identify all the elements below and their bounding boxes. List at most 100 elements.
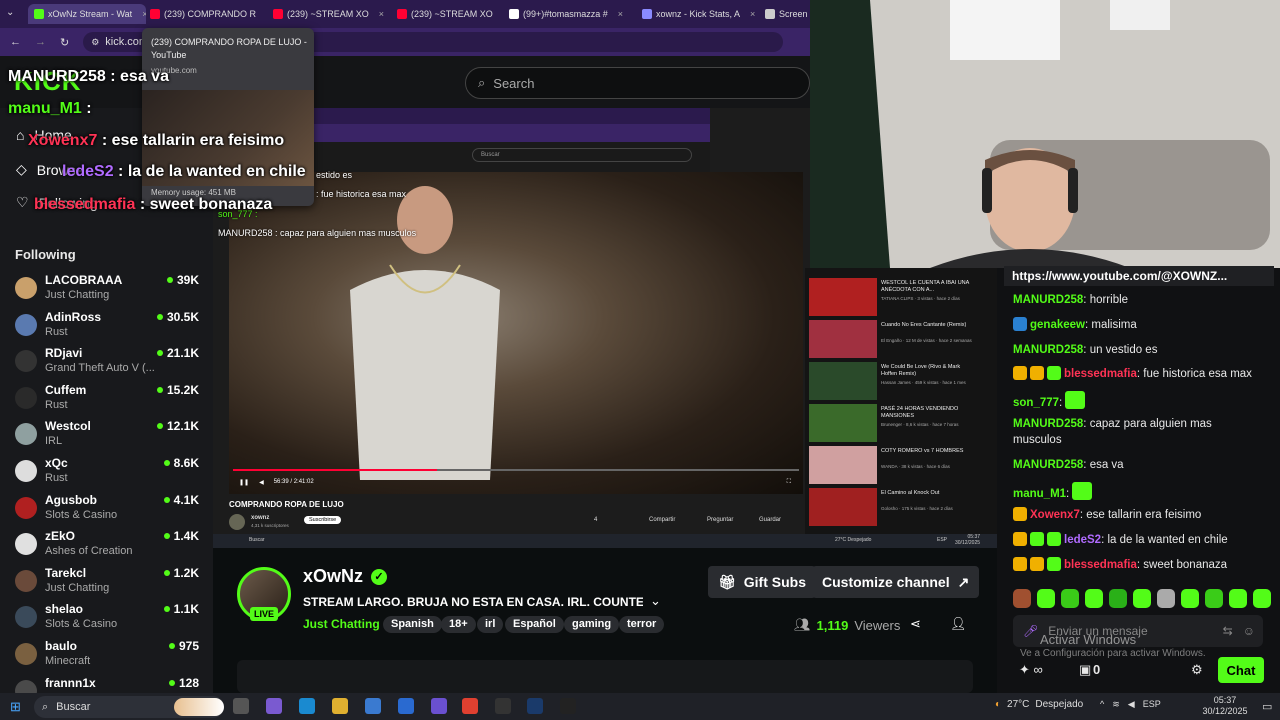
related-title: COTY ROMERO vs 7 HOMBRES xyxy=(881,448,964,454)
pause-icon[interactable]: ❚❚ xyxy=(239,479,249,486)
taskbar-clock[interactable]: 05:37 30/12/2025 xyxy=(1200,695,1250,717)
outlook-icon[interactable] xyxy=(398,698,414,714)
sidebar-channel[interactable]: Westcol IRL 12.1K xyxy=(15,419,205,455)
chat-username[interactable]: MANURD258 xyxy=(1013,344,1083,356)
browser-tab[interactable]: (99+)#tomasmazza # × xyxy=(509,4,635,24)
shared-video-title: COMPRANDO ROPA DE LUJO xyxy=(229,500,344,509)
emote-icon[interactable] xyxy=(1253,589,1271,608)
task-view-icon[interactable] xyxy=(233,698,249,714)
taskbar-search[interactable]: ⌕ Buscar xyxy=(34,696,224,718)
sidebar-channel[interactable]: AdinRoss Rust 30.5K xyxy=(15,310,205,346)
taskbar-weather[interactable]: ◐ 27°C Despejado xyxy=(995,699,1083,710)
fullscreen-icon[interactable]: ⛶ xyxy=(787,479,791,486)
close-tab-icon[interactable]: × xyxy=(750,9,755,19)
reload-icon[interactable]: ↻ xyxy=(60,36,69,49)
steam-icon[interactable] xyxy=(527,698,543,714)
stream-category[interactable]: Just Chatting xyxy=(303,617,380,631)
tag[interactable]: gaming xyxy=(564,616,620,633)
forward-icon[interactable]: → xyxy=(35,36,46,48)
channel-name: Agusbob xyxy=(45,492,97,507)
browser-tab[interactable]: (239) ~STREAM XO× xyxy=(397,4,503,24)
emoji-icon[interactable]: ☺ xyxy=(1243,624,1255,638)
file-explorer-icon[interactable] xyxy=(332,698,348,714)
emote-icon[interactable] xyxy=(1157,589,1175,608)
chat-send-button[interactable]: Chat xyxy=(1218,657,1264,683)
browser-tab[interactable]: xOwNz Stream - Wat × xyxy=(28,4,146,24)
chat-username[interactable]: Xowenx7 xyxy=(1030,509,1080,521)
emote-icon[interactable] xyxy=(1205,589,1223,608)
notification-icon[interactable]: ▭ xyxy=(1262,700,1272,713)
browser-tab[interactable]: (239) ~STREAM XO× xyxy=(273,4,391,24)
translate-icon[interactable]: ⇆ xyxy=(1223,624,1233,638)
tag[interactable]: 18+ xyxy=(441,616,476,633)
emote-icon[interactable] xyxy=(1133,589,1151,608)
settings-icon[interactable]: ⚙ xyxy=(1191,662,1203,678)
volume-icon[interactable]: ◀ xyxy=(259,479,264,486)
follow-icon[interactable]: 👤︎ xyxy=(950,616,967,632)
pinned-message[interactable]: https://www.youtube.com/@XOWNZ... xyxy=(1004,266,1274,286)
system-tray[interactable]: ^ ≋ ◀︎ ESP xyxy=(1100,699,1161,710)
sidebar-channel[interactable]: RDjavi Grand Theft Auto V (... 21.1K xyxy=(15,346,205,382)
store-icon[interactable] xyxy=(365,698,381,714)
sidebar-channel[interactable]: xQc Rust 8.6K xyxy=(15,456,205,492)
obs-icon[interactable] xyxy=(495,698,511,714)
emote-icon[interactable] xyxy=(1109,589,1127,608)
about-section xyxy=(237,660,973,693)
chat-username[interactable]: son_777 xyxy=(1013,397,1059,409)
tag[interactable]: terror xyxy=(619,616,665,633)
browser-tab[interactable]: Screen xyxy=(765,4,809,24)
emote-icon[interactable] xyxy=(1037,589,1055,608)
chat-username[interactable]: MANURD258 xyxy=(1013,294,1083,306)
sidebar-channel[interactable]: LACOBRAAA Just Chatting 39K xyxy=(15,273,205,309)
close-tab-icon[interactable]: × xyxy=(618,9,623,19)
chrome-icon[interactable] xyxy=(462,698,478,714)
browser-tab[interactable]: xownz - Kick Stats, A × xyxy=(642,4,758,24)
sidebar-channel[interactable]: Tarekcl Just Chatting 1.2K xyxy=(15,566,205,602)
chat-username[interactable]: ledeS2 xyxy=(1064,534,1101,546)
site-info-icon[interactable]: ⚙ xyxy=(91,37,99,48)
close-tab-icon[interactable]: × xyxy=(142,9,146,19)
chevron-down-icon[interactable]: ⌄ xyxy=(650,593,661,609)
mic-icon[interactable]: 🎤︎ xyxy=(1023,624,1038,638)
windows-start-icon[interactable]: ⊞ xyxy=(10,699,21,715)
tag[interactable]: Spanish xyxy=(383,616,442,633)
search-icon: ⌕ xyxy=(42,700,49,713)
customize-channel-button[interactable]: Customize channel ↗ xyxy=(812,566,980,598)
browser-tab[interactable]: (239) COMPRANDO R× xyxy=(150,4,266,24)
sidebar-channel[interactable]: Agusbob Slots & Casino 4.1K xyxy=(15,493,205,529)
search-input[interactable]: ⌕ Search xyxy=(465,67,810,99)
emote-icon[interactable] xyxy=(1229,589,1247,608)
points-icon[interactable]: ✦ ∞ xyxy=(1019,662,1043,678)
chat-username[interactable]: MANURD258 xyxy=(1013,418,1083,430)
share-icon[interactable]: ⋖ xyxy=(910,616,921,632)
sidebar-channel[interactable]: Cuffem Rust 15.2K xyxy=(15,383,205,419)
browse-icon: ◇ xyxy=(16,161,27,177)
chat-username[interactable]: blessedmafia xyxy=(1064,368,1137,380)
edge-icon[interactable] xyxy=(299,698,315,714)
channel-viewers: 30.5K xyxy=(156,310,199,324)
chat-username[interactable]: genakeew xyxy=(1030,319,1085,331)
chat-username[interactable]: MANURD258 xyxy=(1013,459,1083,471)
copilot-icon[interactable] xyxy=(266,698,282,714)
sidebar-channel[interactable]: shelao Slots & Casino 1.1K xyxy=(15,602,205,638)
emote-icon[interactable] xyxy=(1013,589,1031,608)
close-tab-icon[interactable]: × xyxy=(379,9,384,19)
stream-title: STREAM LARGO. BRUJA NO ESTA EN CASA. IRL… xyxy=(303,595,643,609)
gift-icon[interactable]: ▣ xyxy=(1079,662,1091,678)
streamer-name[interactable]: xOwNz xyxy=(303,566,363,587)
gift-subs-button[interactable]: 🎁︎ Gift Subs xyxy=(708,566,817,598)
chat-username[interactable]: manu_M1 xyxy=(1013,488,1066,500)
sidebar-channel[interactable]: baulo Minecraft 975 xyxy=(15,639,205,675)
epic-games-icon[interactable] xyxy=(560,698,576,714)
tag[interactable]: irl xyxy=(477,616,504,633)
emote-icon[interactable] xyxy=(1061,589,1079,608)
tab-list-chevron-icon[interactable]: ⌄ xyxy=(6,7,14,18)
tray-chevron-icon[interactable]: ^ xyxy=(1100,699,1104,710)
sidebar-channel[interactable]: zEkO Ashes of Creation 1.4K xyxy=(15,529,205,565)
emote-icon[interactable] xyxy=(1181,589,1199,608)
discord-icon[interactable] xyxy=(431,698,447,714)
tag[interactable]: Español xyxy=(505,616,564,633)
chat-username[interactable]: blessedmafia xyxy=(1064,559,1137,571)
back-icon[interactable]: ← xyxy=(10,36,21,48)
emote-icon[interactable] xyxy=(1085,589,1103,608)
